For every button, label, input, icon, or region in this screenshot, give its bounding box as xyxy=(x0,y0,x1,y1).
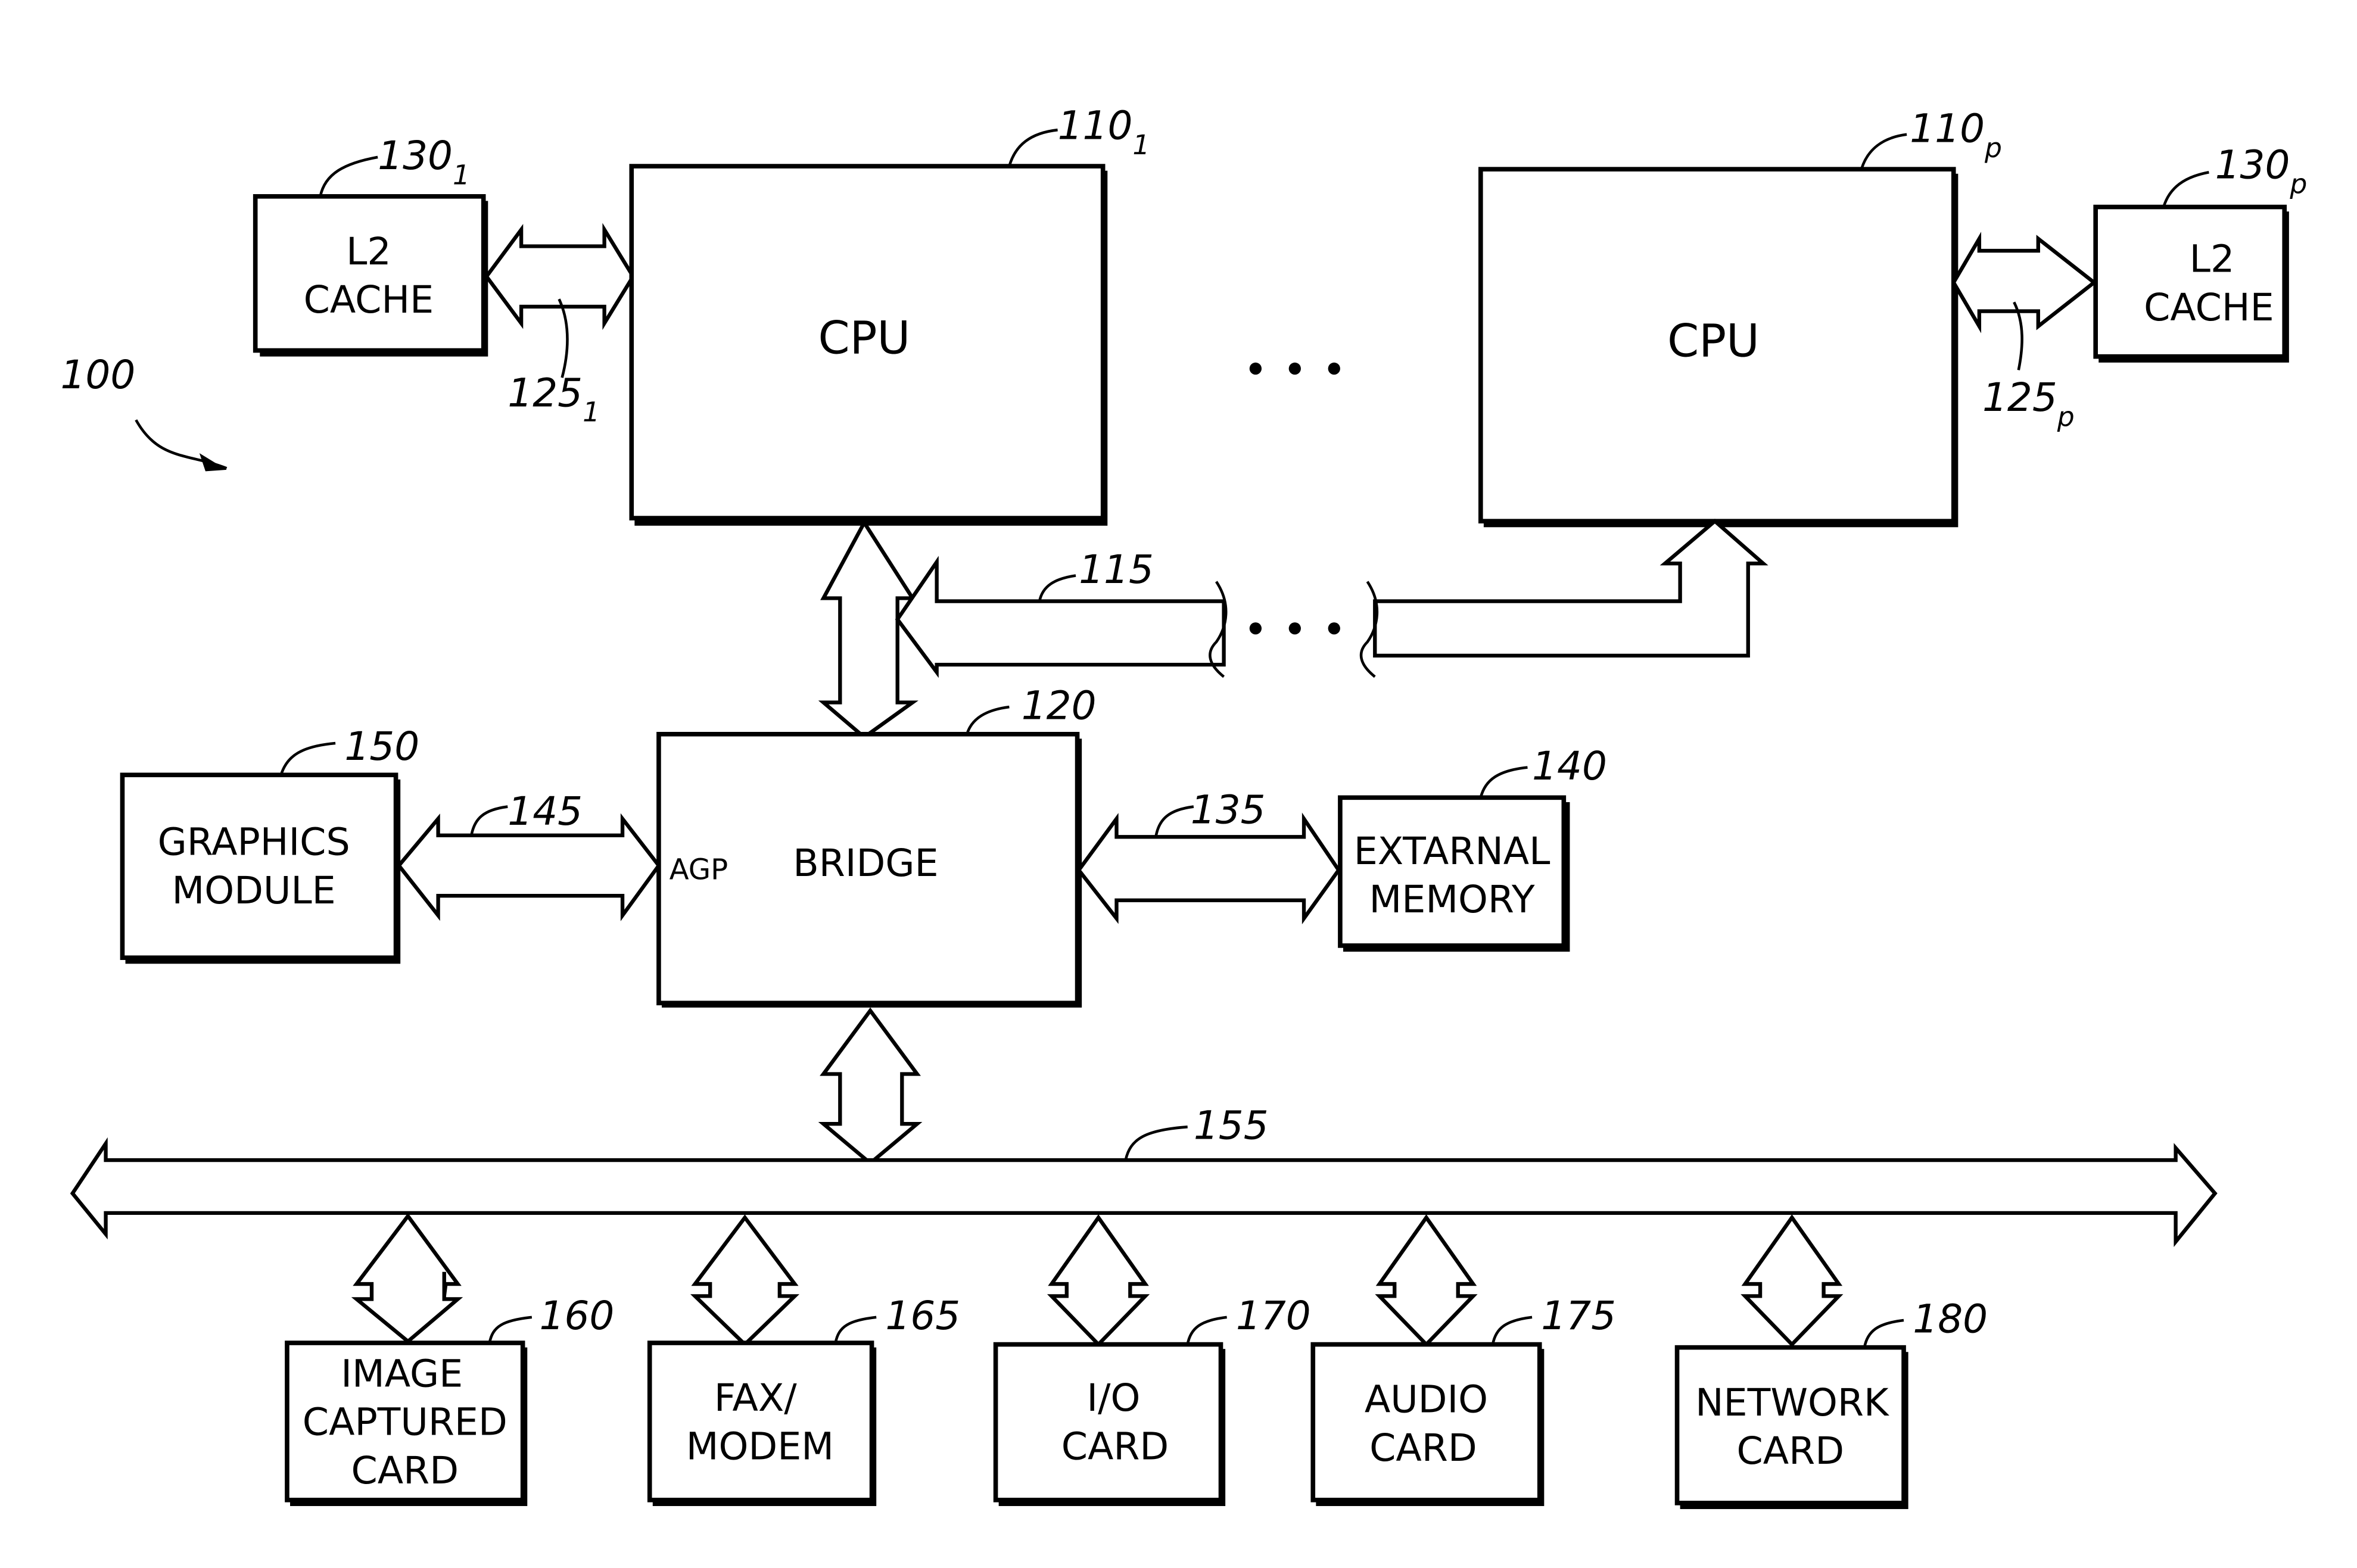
card-line: MODEM xyxy=(686,1424,834,1468)
external-memory-line2: MEMORY xyxy=(1369,877,1535,921)
card-fax-modem[interactable]: FAX/ MODEM 165 xyxy=(647,1293,961,1506)
cache-link-right[interactable]: 125p xyxy=(1951,232,2097,433)
l2-cache-right-leader xyxy=(2162,170,2209,208)
card-link-180[interactable] xyxy=(1740,1214,1844,1348)
external-memory-ref: 140 xyxy=(1532,743,1607,789)
l2-cache-left-ref: 1301 xyxy=(378,133,470,191)
host-bus-leader xyxy=(1038,574,1076,602)
host-bus-ellipsis xyxy=(1249,622,1340,635)
card-ref: 180 xyxy=(1913,1296,1988,1342)
cpu-right-label: CPU xyxy=(1667,314,1760,367)
card-line: CARD xyxy=(1737,1429,1845,1473)
l2-cache-right-line1: L2 xyxy=(2190,237,2235,281)
graphics-module[interactable]: GRAPHICS MODULE 150 xyxy=(120,724,419,964)
card-line: FAX/ xyxy=(714,1376,797,1420)
cpu-right-ref: 110p xyxy=(1910,105,2002,163)
bridge-ref: 120 xyxy=(1022,682,1097,728)
agp-link-leader xyxy=(470,805,508,836)
card-io[interactable]: I/O CARD 170 xyxy=(993,1293,1311,1506)
card-line: CARD xyxy=(1369,1426,1477,1470)
l2-cache-left[interactable]: L2 CACHE 1301 xyxy=(253,133,488,357)
card-network[interactable]: NETWORK CARD 180 xyxy=(1674,1296,1988,1510)
memory-link-ref: 135 xyxy=(1191,787,1266,833)
graphics-module-line1: GRAPHICS xyxy=(158,820,350,864)
card-line: CAPTURED xyxy=(303,1400,507,1444)
l2-cache-left-line2: CACHE xyxy=(304,278,434,322)
card-ref: 165 xyxy=(885,1293,960,1339)
memory-link-leader xyxy=(1154,805,1194,837)
l2-cache-left-leader xyxy=(319,155,378,197)
host-bus[interactable]: 115 xyxy=(895,518,1768,678)
bridge[interactable]: AGP BRIDGE 120 xyxy=(656,682,1097,1008)
card-audio[interactable]: AUDIO CARD 175 xyxy=(1310,1293,1616,1506)
card-leader xyxy=(488,1316,533,1343)
cpu-left-label: CPU xyxy=(818,311,911,364)
card-line: I/O xyxy=(1086,1376,1140,1420)
cache-link-left-leader xyxy=(558,298,569,378)
system-block-diagram: 100 L2 CACHE 1301 1251 CPU 1101 CPU 110p… xyxy=(60,102,2308,1510)
bridge-pci-link[interactable] xyxy=(818,1007,923,1166)
system-reference: 100 xyxy=(60,352,228,472)
agp-link[interactable]: 145 xyxy=(396,788,661,921)
cpu-left-ref: 1101 xyxy=(1058,102,1150,160)
cpu-bridge-link[interactable] xyxy=(818,519,918,740)
cache-link-right-ref: 125p xyxy=(1982,375,2075,432)
l2-cache-right[interactable]: L2 CACHE 130p xyxy=(2093,142,2308,363)
system-ref-arrowhead-icon xyxy=(199,453,227,472)
card-image-captured[interactable]: IMAGE CAPTURED CARD 160 xyxy=(285,1293,615,1506)
card-line: NETWORK xyxy=(1695,1380,1889,1424)
card-ref: 170 xyxy=(1236,1293,1311,1339)
external-memory-line1: EXTARNAL xyxy=(1354,829,1550,873)
host-bus-break-right xyxy=(1359,581,1379,678)
system-ref-label: 100 xyxy=(60,352,135,398)
pci-bus-ref: 155 xyxy=(1194,1103,1269,1149)
card-line: CARD xyxy=(351,1448,459,1492)
cpu-ellipsis xyxy=(1249,362,1340,375)
pci-bus-leader xyxy=(1124,1126,1188,1161)
card-line: CARD xyxy=(1061,1424,1169,1468)
card-link-165[interactable] xyxy=(690,1214,800,1347)
system-ref-arrow xyxy=(135,419,228,470)
card-line: AUDIO xyxy=(1365,1377,1488,1422)
cache-link-left[interactable]: 1251 xyxy=(484,223,636,428)
cache-link-left-ref: 1251 xyxy=(507,370,600,428)
agp-link-ref: 145 xyxy=(507,788,583,834)
card-line: IMAGE xyxy=(341,1352,463,1396)
graphics-module-leader xyxy=(279,741,336,775)
memory-link[interactable]: 135 xyxy=(1076,787,1341,925)
l2-cache-right-ref: 130p xyxy=(2215,142,2308,199)
external-memory[interactable]: EXTARNAL MEMORY 140 xyxy=(1338,743,1607,952)
card-link-175[interactable] xyxy=(1375,1214,1478,1348)
l2-cache-right-line2: CACHE xyxy=(2144,285,2274,329)
pci-bus[interactable]: 155 xyxy=(70,1103,2218,1248)
card-leader xyxy=(1491,1316,1533,1345)
bridge-agp-port: AGP xyxy=(670,853,728,886)
graphics-module-line2: MODULE xyxy=(172,868,336,912)
bridge-leader xyxy=(966,705,1010,735)
cpu-left[interactable]: CPU 1101 xyxy=(629,102,1150,526)
external-memory-leader xyxy=(1479,766,1528,798)
host-bus-ref: 115 xyxy=(1079,547,1154,593)
bridge-label: BRIDGE xyxy=(793,841,938,885)
card-leader xyxy=(834,1316,877,1343)
cpu-right[interactable]: CPU 110p xyxy=(1478,105,2002,528)
card-ref: 175 xyxy=(1541,1293,1616,1339)
card-leader xyxy=(1186,1316,1227,1345)
card-link-160[interactable] xyxy=(351,1212,463,1344)
cpu-left-leader xyxy=(1008,128,1058,167)
graphics-module-ref: 150 xyxy=(344,724,419,769)
card-leader xyxy=(1863,1318,1904,1348)
card-ref: 160 xyxy=(540,1293,615,1339)
cpu-right-leader xyxy=(1860,133,1907,170)
l2-cache-left-line1: L2 xyxy=(346,229,391,273)
card-link-170[interactable] xyxy=(1047,1214,1150,1348)
